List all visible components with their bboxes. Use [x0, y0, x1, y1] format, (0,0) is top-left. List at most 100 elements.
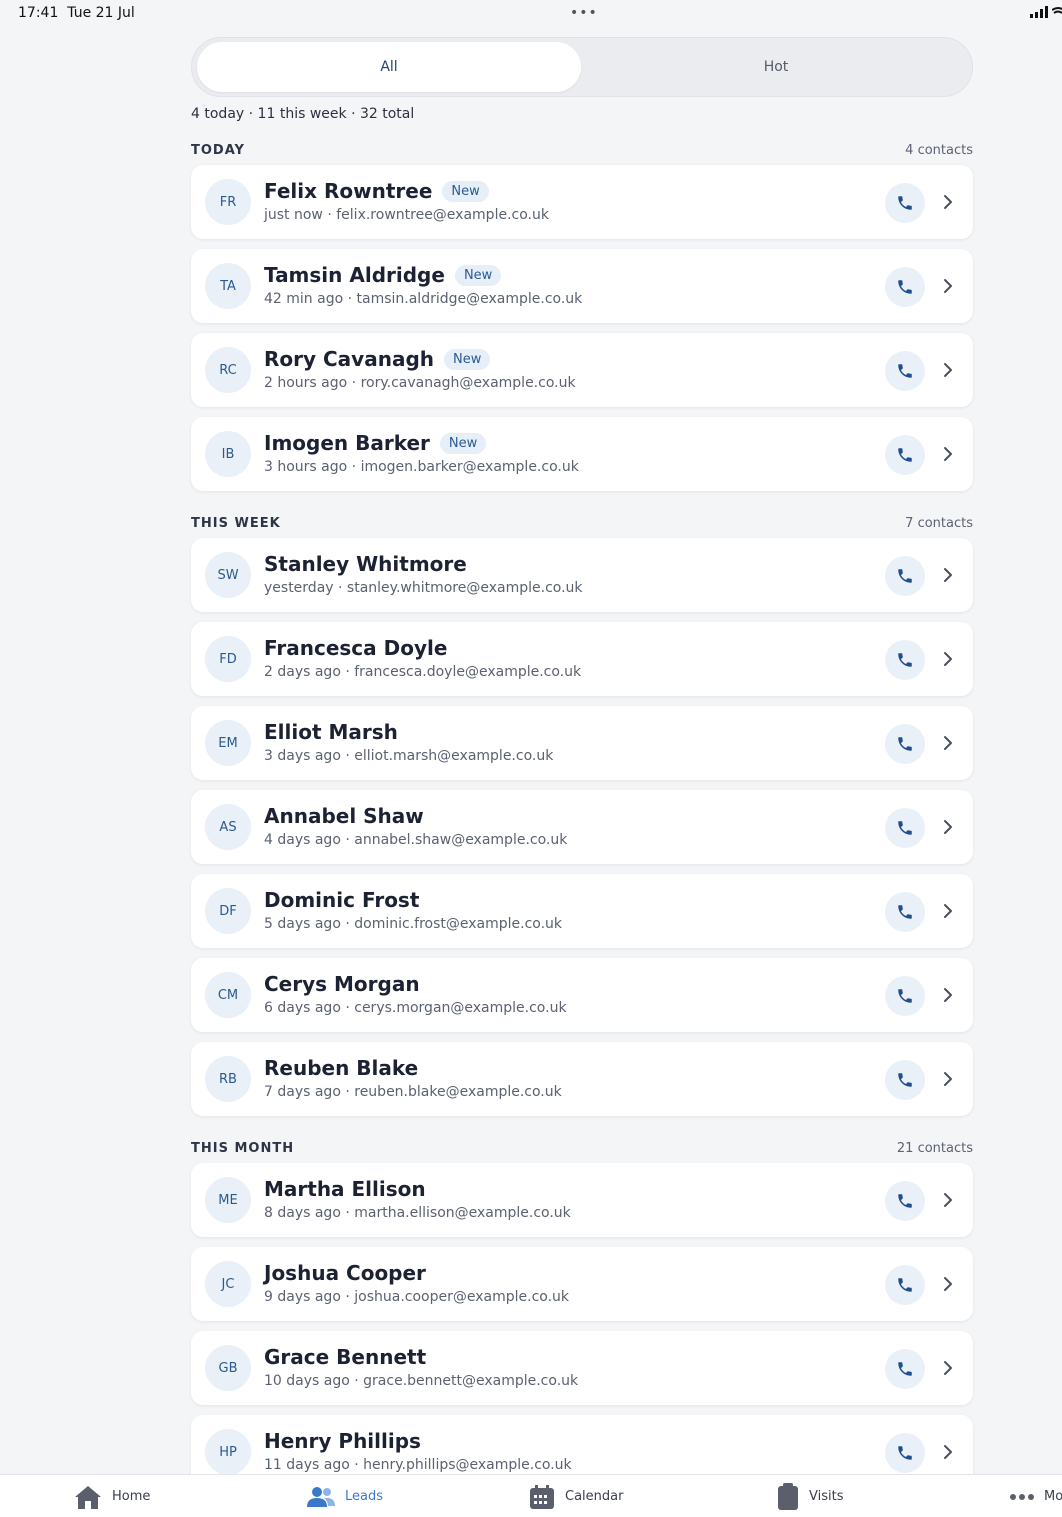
section-title: TODAY — [191, 143, 245, 158]
avatar: JC — [205, 1261, 251, 1307]
contact-time: 5 days ago — [264, 916, 341, 932]
contact-meta: 4 days ago · annabel.shaw@example.co.uk — [264, 832, 568, 848]
contact-meta: 5 days ago · dominic.frost@example.co.uk — [264, 916, 563, 932]
section-title: THIS WEEK — [191, 516, 281, 531]
new-badge: New — [442, 180, 489, 202]
chevron-right-icon[interactable] — [939, 1442, 957, 1462]
contact-time: 8 days ago — [264, 1205, 341, 1221]
contact-card[interactable]: FD Francesca Doyle 2 days ago · francesc… — [191, 622, 973, 696]
phone-icon — [898, 448, 912, 462]
call-button[interactable] — [885, 1349, 925, 1389]
contact-card[interactable]: IB Imogen Barker New 3 hours ago · imoge… — [191, 417, 973, 491]
new-badge: New — [439, 432, 487, 454]
call-button[interactable] — [885, 724, 925, 764]
avatar: FD — [205, 636, 251, 682]
contact-time: 9 days ago — [264, 1289, 341, 1305]
contact-card[interactable]: EM Elliot Marsh 3 days ago · elliot.mars… — [191, 706, 973, 780]
tab-home[interactable]: Home — [74, 1475, 150, 1517]
contact-name: Tamsin Aldridge — [264, 263, 445, 287]
contact-card[interactable]: SW Stanley Whitmore yesterday · stanley.… — [191, 538, 973, 612]
chevron-right-icon[interactable] — [939, 817, 957, 837]
avatar: RC — [205, 347, 251, 393]
contact-card[interactable]: FR Felix Rowntree New just now · felix.r… — [191, 165, 973, 239]
call-button[interactable] — [885, 351, 925, 391]
contact-card[interactable]: RB Reuben Blake 7 days ago · reuben.blak… — [191, 1042, 973, 1116]
chevron-right-icon[interactable] — [939, 565, 957, 585]
call-button[interactable] — [885, 1181, 925, 1221]
chevron-right-icon[interactable] — [939, 1274, 957, 1294]
chevron-right-icon[interactable] — [939, 733, 957, 753]
chevron-right-icon[interactable] — [939, 985, 957, 1005]
contact-name: Rory Cavanagh — [264, 347, 434, 371]
avatar: ME — [205, 1177, 251, 1223]
tab-calendar[interactable]: Calendar — [529, 1475, 623, 1517]
contact-meta: 7 days ago · reuben.blake@example.co.uk — [264, 1084, 562, 1100]
contact-card[interactable]: ME Martha Ellison 8 days ago · martha.el… — [191, 1163, 973, 1237]
call-button[interactable] — [885, 640, 925, 680]
call-button[interactable] — [885, 1433, 925, 1473]
contact-card[interactable]: AS Annabel Shaw 4 days ago · annabel.sha… — [191, 790, 973, 864]
home-icon — [75, 1485, 101, 1509]
contact-email: rory.cavanagh@example.co.uk — [360, 375, 576, 391]
tab-visits[interactable]: Visits — [777, 1475, 843, 1517]
call-button[interactable] — [885, 1265, 925, 1305]
phone-icon — [898, 1073, 912, 1087]
contact-card[interactable]: JC Joshua Cooper 9 days ago · joshua.coo… — [191, 1247, 973, 1321]
phone-icon — [898, 1362, 912, 1376]
chevron-right-icon[interactable] — [939, 649, 957, 669]
phone-icon — [898, 737, 912, 751]
contact-email: reuben.blake@example.co.uk — [354, 1084, 562, 1100]
chevron-right-icon[interactable] — [939, 1190, 957, 1210]
contact-card[interactable]: CM Cerys Morgan 6 days ago · cerys.morga… — [191, 958, 973, 1032]
tab-leads[interactable]: Leads — [307, 1475, 383, 1517]
contact-time: 4 days ago — [264, 832, 341, 848]
contact-card[interactable]: TA Tamsin Aldridge New 42 min ago · tams… — [191, 249, 973, 323]
section-count: 7 contacts — [905, 516, 973, 531]
today-count: 4 — [191, 106, 200, 122]
week-count: 11 — [257, 106, 276, 122]
chevron-right-icon[interactable] — [939, 360, 957, 380]
contact-name: Joshua Cooper — [264, 1261, 426, 1285]
call-button[interactable] — [885, 267, 925, 307]
tab-more[interactable]: Mo — [1010, 1475, 1062, 1517]
avatar: AS — [205, 804, 251, 850]
contact-email: imogen.barker@example.co.uk — [360, 459, 579, 475]
call-button[interactable] — [885, 556, 925, 596]
contact-card[interactable]: RC Rory Cavanagh New 2 hours ago · rory.… — [191, 333, 973, 407]
multitask-dots[interactable]: ••• — [570, 5, 598, 21]
call-button[interactable] — [885, 435, 925, 475]
chevron-right-icon[interactable] — [939, 444, 957, 464]
contact-name: Felix Rowntree — [264, 179, 433, 203]
avatar: CM — [205, 972, 251, 1018]
contact-name: Imogen Barker — [264, 431, 430, 455]
phone-icon — [898, 1194, 912, 1208]
segment-all[interactable]: All — [197, 42, 581, 92]
call-button[interactable] — [885, 1060, 925, 1100]
chevron-right-icon[interactable] — [939, 901, 957, 921]
contact-email: martha.ellison@example.co.uk — [354, 1205, 571, 1221]
contact-card[interactable]: DF Dominic Frost 5 days ago · dominic.fr… — [191, 874, 973, 948]
call-button[interactable] — [885, 183, 925, 223]
contact-name: Grace Bennett — [264, 1345, 427, 1369]
contact-meta: 9 days ago · joshua.cooper@example.co.uk — [264, 1289, 570, 1305]
contact-time: just now — [264, 207, 323, 223]
contact-card[interactable]: GB Grace Bennett 10 days ago · grace.ben… — [191, 1331, 973, 1405]
section-count: 21 contacts — [896, 1141, 973, 1156]
phone-icon — [898, 989, 912, 1003]
section-count: 4 contacts — [905, 143, 973, 158]
phone-icon — [898, 1278, 912, 1292]
new-badge: New — [444, 348, 491, 370]
call-button[interactable] — [885, 808, 925, 848]
chevron-right-icon[interactable] — [939, 1358, 957, 1378]
chevron-right-icon[interactable] — [939, 276, 957, 296]
call-button[interactable] — [885, 976, 925, 1016]
contact-meta: 6 days ago · cerys.morgan@example.co.uk — [264, 1000, 567, 1016]
avatar: IB — [205, 431, 251, 477]
contact-name: Dominic Frost — [264, 888, 420, 912]
contact-name: Annabel Shaw — [264, 804, 424, 828]
chevron-right-icon[interactable] — [939, 1069, 957, 1089]
contact-email: grace.bennett@example.co.uk — [363, 1373, 579, 1389]
segment-hot[interactable]: Hot — [584, 42, 968, 92]
chevron-right-icon[interactable] — [939, 192, 957, 212]
call-button[interactable] — [885, 892, 925, 932]
